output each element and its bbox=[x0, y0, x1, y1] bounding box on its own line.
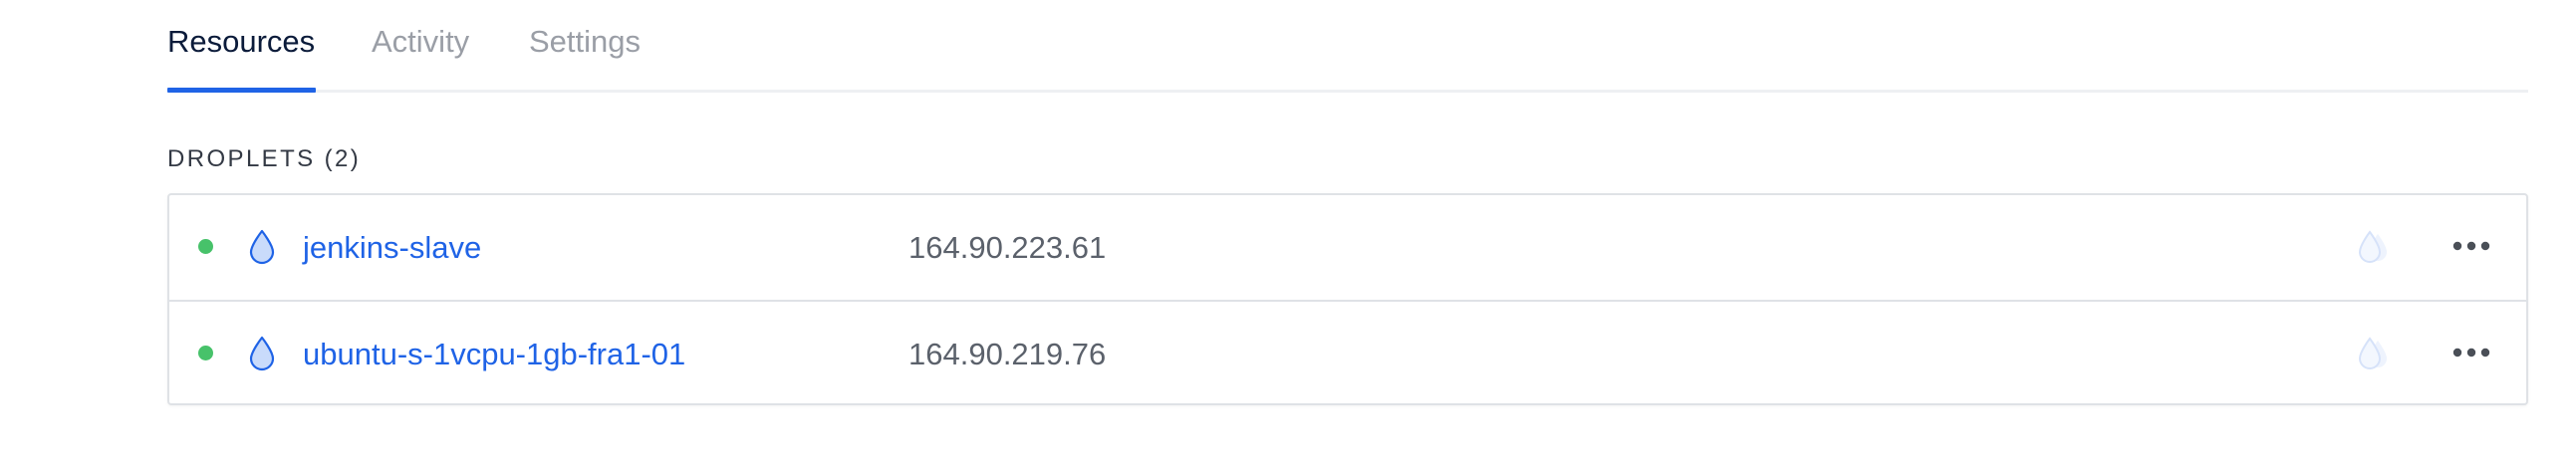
droplet-icon bbox=[249, 229, 275, 265]
droplet-ip-address: 164.90.219.76 bbox=[908, 337, 1107, 371]
faded-droplet-icon[interactable] bbox=[2356, 228, 2392, 266]
project-page: Resources Activity Settings DROPLETS (2)… bbox=[0, 0, 2576, 476]
droplet-row: jenkins-slave 164.90.223.61 bbox=[169, 195, 2526, 302]
tab-settings[interactable]: Settings bbox=[529, 20, 641, 64]
status-dot-icon bbox=[198, 346, 213, 360]
active-tab-indicator bbox=[167, 88, 316, 93]
status-dot-icon bbox=[198, 239, 213, 254]
faded-droplet-icon[interactable] bbox=[2356, 335, 2392, 372]
droplet-name-link[interactable]: ubuntu-s-1vcpu-1gb-fra1-01 bbox=[303, 335, 685, 374]
tab-resources[interactable]: Resources bbox=[167, 20, 315, 64]
droplets-section-heading: DROPLETS (2) bbox=[167, 145, 362, 172]
droplet-icon bbox=[249, 336, 275, 371]
more-options-button[interactable] bbox=[2447, 338, 2495, 367]
droplet-list: jenkins-slave 164.90.223.61 ubuntu-s-1vc… bbox=[167, 193, 2528, 405]
more-options-button[interactable] bbox=[2447, 231, 2495, 261]
droplet-ip-address: 164.90.223.61 bbox=[908, 230, 1107, 265]
tab-activity[interactable]: Activity bbox=[372, 20, 469, 64]
droplet-name-link[interactable]: jenkins-slave bbox=[303, 228, 481, 268]
droplet-row: ubuntu-s-1vcpu-1gb-fra1-01 164.90.219.76 bbox=[169, 302, 2526, 406]
tab-bar: Resources Activity Settings bbox=[167, 0, 2528, 93]
